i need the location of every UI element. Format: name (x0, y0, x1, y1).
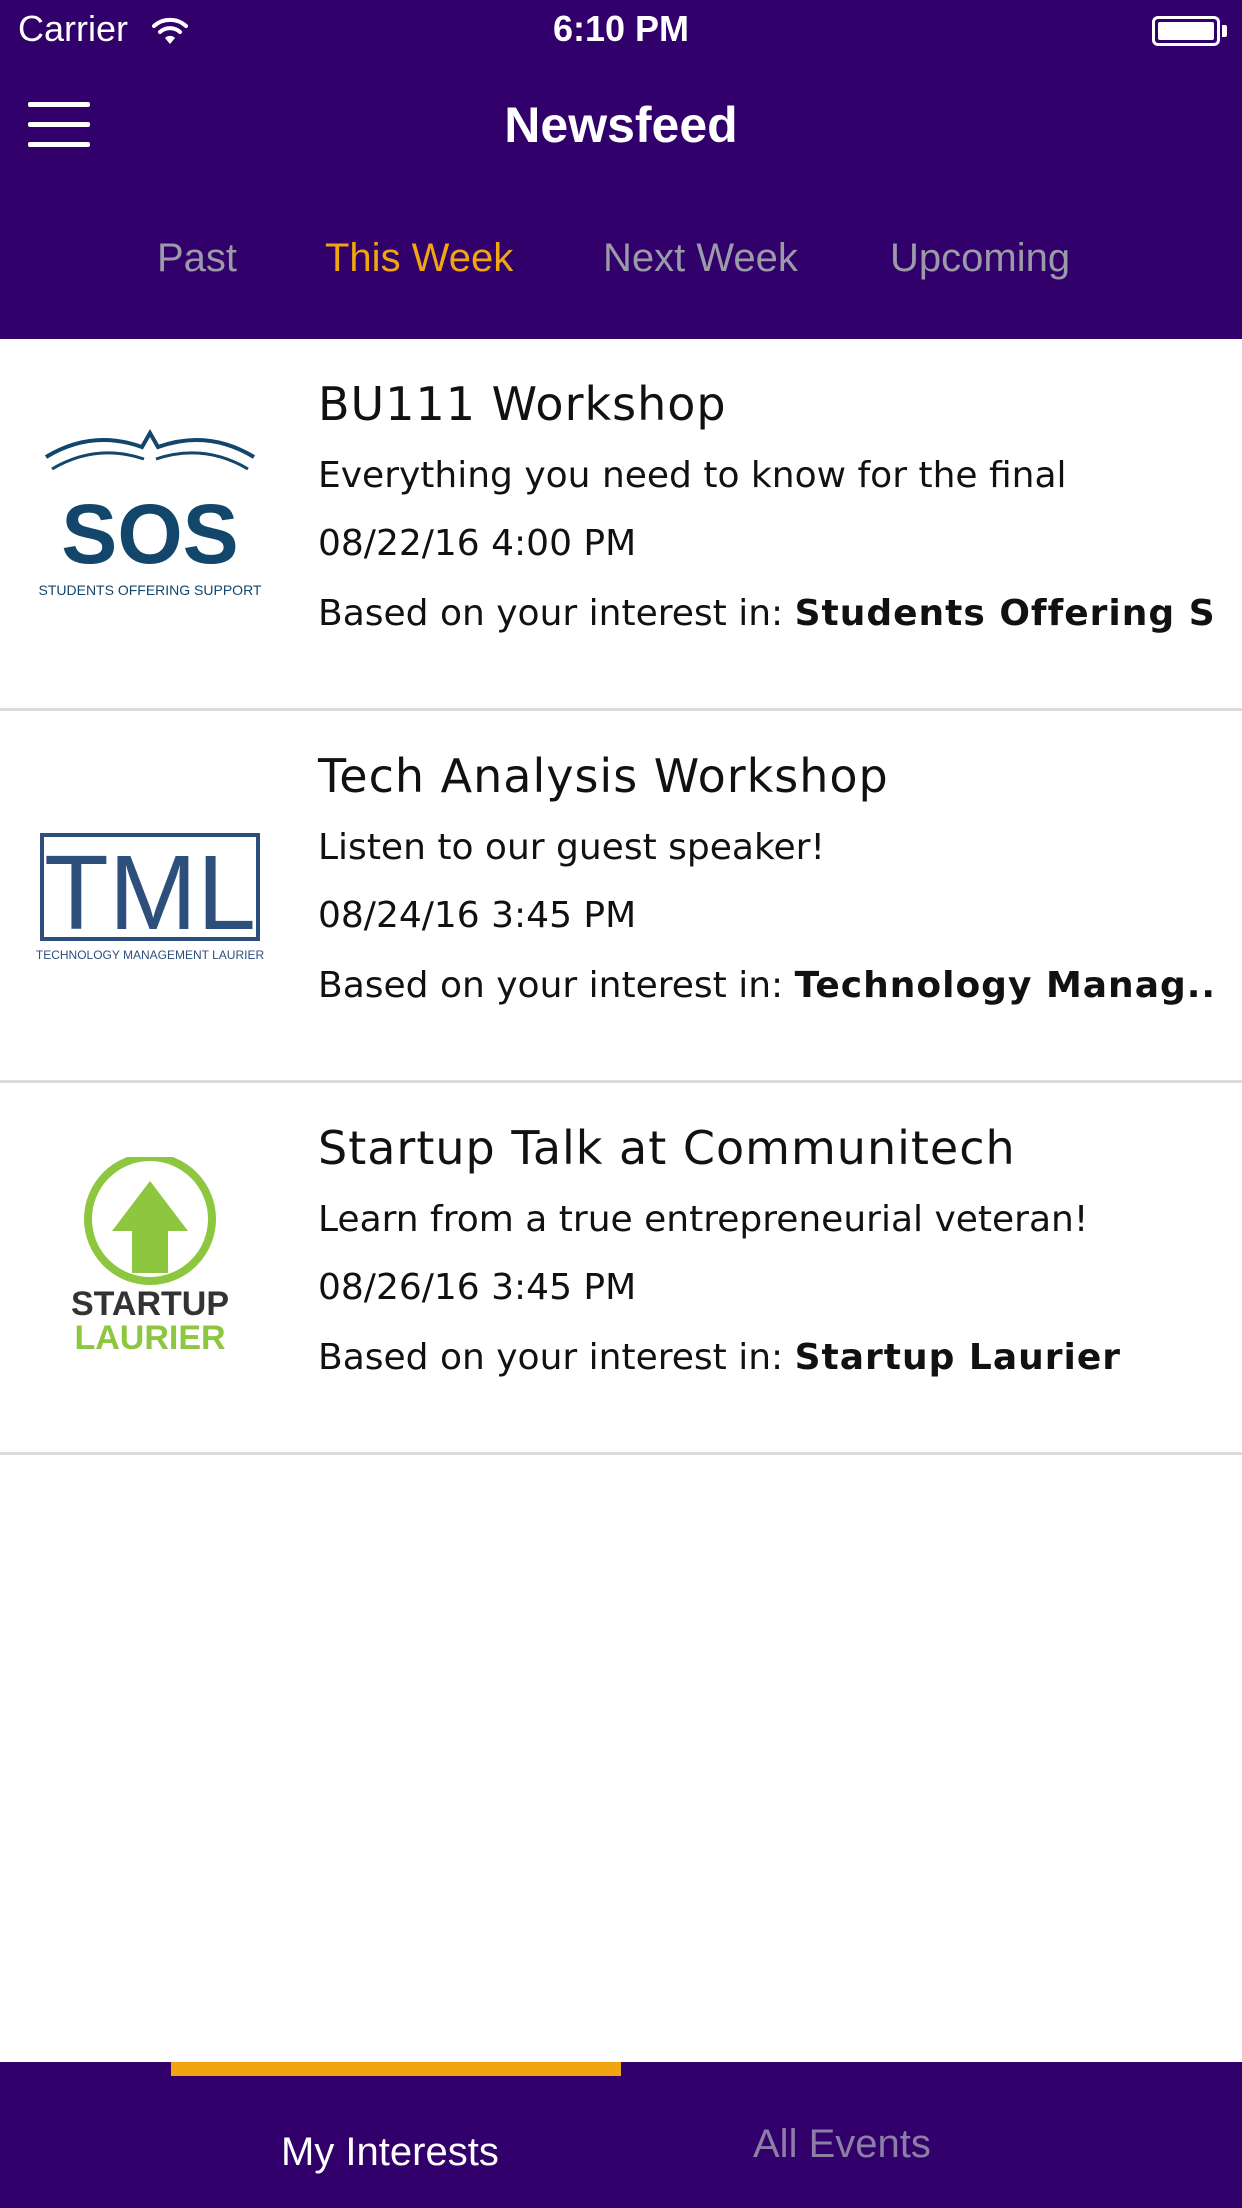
status-time: 6:10 PM (552, 8, 690, 49)
newsfeed-list: SOS STUDENTS OFFERING SUPPORT BU111 Work… (0, 339, 1242, 1455)
svg-text:STARTUP: STARTUP (71, 1285, 229, 1323)
tab-upcoming[interactable]: Upcoming (890, 236, 1070, 281)
event-datetime: 08/24/16 3:45 PM (318, 895, 637, 936)
interest-prefix: Based on your interest in: (318, 1337, 795, 1378)
interest-name: Students Offering S... (794, 593, 1218, 634)
interest-name: Technology Manag... (794, 965, 1218, 1006)
event-title: Tech Analysis Workshop (318, 749, 889, 803)
battery-tip (1222, 25, 1227, 37)
interest-prefix: Based on your interest in: (318, 593, 795, 634)
event-datetime: 08/26/16 3:45 PM (318, 1267, 637, 1308)
event-interest: Based on your interest in: Technology Ma… (318, 965, 1218, 1006)
svg-text:TECHNOLOGY MANAGEMENT LAURIER: TECHNOLOGY MANAGEMENT LAURIER (36, 948, 265, 962)
battery-icon (1152, 16, 1220, 46)
event-title: Startup Talk at Communitech (318, 1121, 1016, 1175)
tab-my-interests[interactable]: My Interests (281, 2130, 499, 2175)
svg-text:LAURIER: LAURIER (74, 1319, 225, 1357)
active-tab-indicator (171, 2062, 621, 2076)
event-description: Listen to our guest speaker! (318, 827, 825, 868)
tab-this-week[interactable]: This Week (325, 236, 513, 281)
tml-logo: TML TECHNOLOGY MANAGEMENT LAURIER (36, 833, 265, 962)
bottom-tab-bar: My Interests All Events (0, 2062, 1242, 2208)
startup-laurier-logo: STARTUP LAURIER (71, 1157, 229, 1357)
svg-text:STUDENTS OFFERING SUPPORT: STUDENTS OFFERING SUPPORT (39, 582, 262, 598)
event-description: Learn from a true entrepreneurial vetera… (318, 1199, 1089, 1240)
event-title: BU111 Workshop (318, 377, 727, 431)
interest-prefix: Based on your interest in: (318, 965, 795, 1006)
list-item[interactable]: TML TECHNOLOGY MANAGEMENT LAURIER Tech A… (0, 711, 1242, 1083)
event-interest: Based on your interest in: Students Offe… (318, 593, 1218, 634)
event-interest: Based on your interest in: Startup Lauri… (318, 1337, 1218, 1378)
event-description: Everything you need to know for the fina… (318, 455, 1067, 496)
time-filter-tabs: Past This Week Next Week Upcoming (0, 236, 1242, 300)
sos-logo: SOS STUDENTS OFFERING SUPPORT (39, 428, 262, 598)
page-title: Newsfeed (504, 97, 738, 153)
event-datetime: 08/22/16 4:00 PM (318, 523, 637, 564)
tab-next-week[interactable]: Next Week (603, 236, 798, 281)
tab-all-events[interactable]: All Events (753, 2122, 931, 2167)
svg-text:SOS: SOS (61, 487, 238, 581)
interest-name: Startup Laurier (794, 1337, 1122, 1378)
app-header: Carrier 6:10 PM Newsfeed Past This Week … (0, 0, 1242, 339)
status-bar: Carrier 6:10 PM (0, 0, 1242, 62)
svg-text:TML: TML (44, 834, 256, 952)
list-item[interactable]: STARTUP LAURIER Startup Talk at Communit… (0, 1083, 1242, 1455)
tab-past[interactable]: Past (157, 236, 237, 281)
list-item[interactable]: SOS STUDENTS OFFERING SUPPORT BU111 Work… (0, 339, 1242, 711)
